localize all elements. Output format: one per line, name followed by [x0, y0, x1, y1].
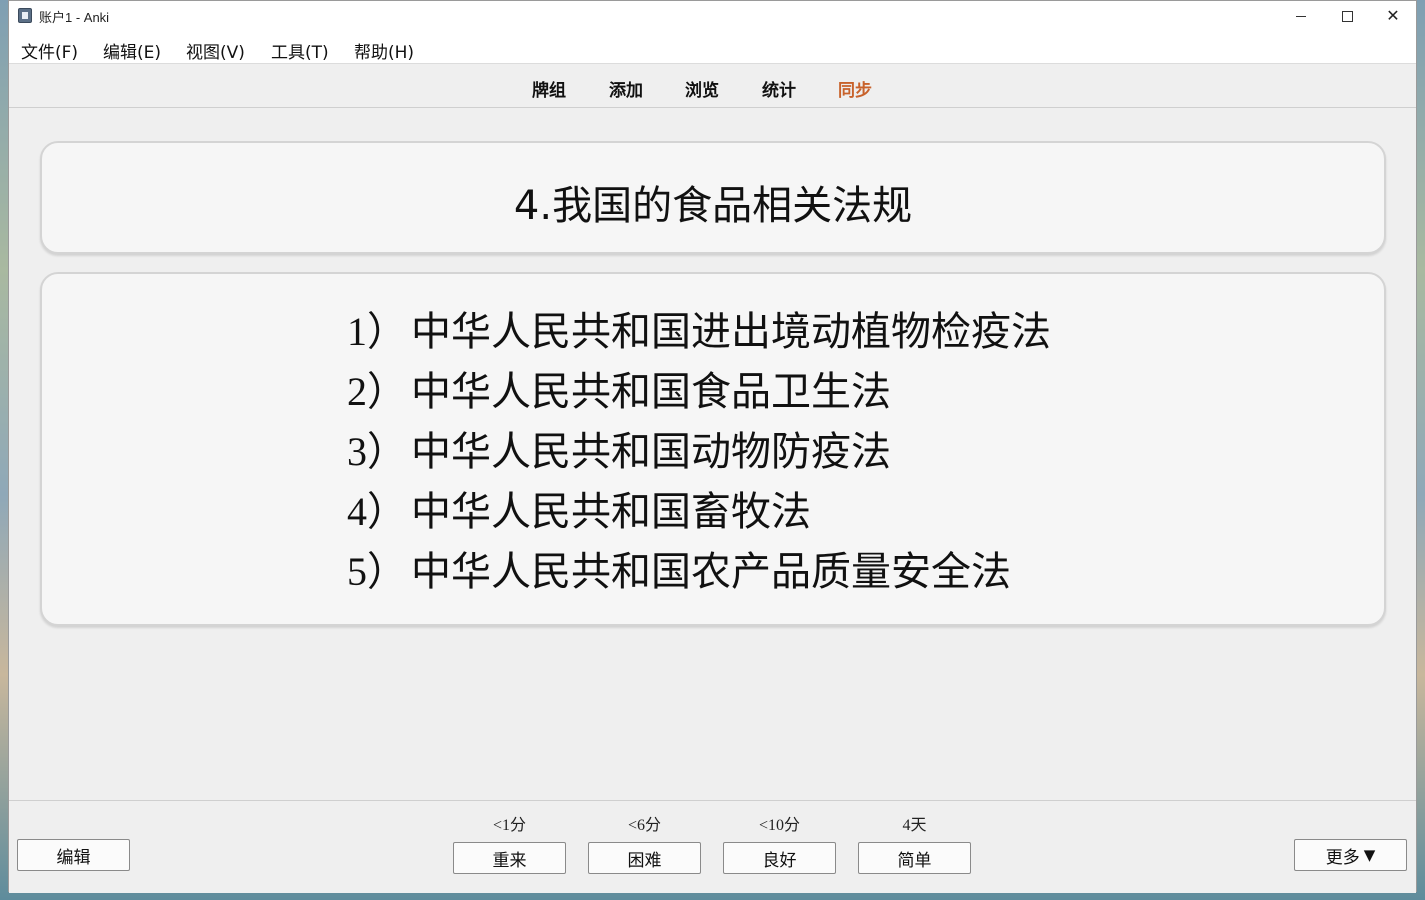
card-front: 4.我国的食品相关法规 — [40, 141, 1386, 254]
window-title: 账户1 - Anki — [39, 10, 110, 25]
toolbar-stats[interactable]: 统计 — [762, 76, 796, 101]
answer-item-number: 1） — [347, 309, 407, 354]
toolbar-add[interactable]: 添加 — [609, 76, 643, 101]
answer-item-text: 中华人民共和国农产品质量安全法 — [411, 549, 1011, 595]
toolbar-sync[interactable]: 同步 — [838, 76, 872, 101]
menu-tools[interactable]: 工具(T) — [271, 38, 329, 63]
close-button[interactable]: ✕ — [1370, 1, 1416, 31]
edit-button[interactable]: 编辑 — [17, 839, 130, 871]
answer-item: 5） 中华人民共和国农产品质量安全法 — [347, 542, 1051, 602]
answer-item-number: 5） — [347, 549, 407, 594]
answer-item-text: 中华人民共和国动物防疫法 — [411, 429, 891, 475]
answer-item: 1） 中华人民共和国进出境动植物检疫法 — [347, 302, 1051, 362]
good-due-label: <10分 — [758, 817, 801, 834]
close-icon: ✕ — [1386, 6, 1400, 25]
answer-item-number: 4） — [347, 489, 407, 534]
main-toolbar: 牌组 添加 浏览 统计 同步 — [9, 64, 1416, 108]
answer-item-number: 2） — [347, 369, 407, 414]
menu-edit[interactable]: 编辑(E) — [103, 38, 161, 63]
menu-view[interactable]: 视图(V) — [186, 38, 245, 63]
menu-help[interactable]: 帮助(H) — [354, 38, 414, 63]
chevron-down-icon: ▼ — [1363, 846, 1376, 864]
easy-button[interactable]: 简单 — [858, 842, 971, 874]
answer-item: 4） 中华人民共和国畜牧法 — [347, 482, 1051, 542]
answer-item-number: 3） — [347, 429, 407, 474]
maximize-icon — [1341, 10, 1353, 22]
maximize-button[interactable] — [1324, 1, 1370, 31]
menu-file[interactable]: 文件(F) — [21, 38, 78, 63]
toolbar-browse[interactable]: 浏览 — [685, 76, 719, 101]
more-button[interactable]: 更多 ▼ — [1294, 839, 1407, 871]
hard-button[interactable]: 困难 — [588, 842, 701, 874]
minimize-icon — [1296, 15, 1306, 17]
again-due-label: <1分 — [492, 817, 527, 834]
again-button[interactable]: 重来 — [453, 842, 566, 874]
answer-item: 3） 中华人民共和国动物防疫法 — [347, 422, 1051, 482]
menu-bar: 文件(F) 编辑(E) 视图(V) 工具(T) 帮助(H) — [9, 31, 1416, 64]
hard-due-label: <6分 — [627, 817, 662, 834]
title-bar: 账户1 - Anki ✕ — [9, 1, 1416, 31]
card-back: 1） 中华人民共和国进出境动植物检疫法 2） 中华人民共和国食品卫生法 3） 中华人民… — [40, 272, 1386, 626]
more-button-label: 更多 — [1325, 847, 1360, 868]
card-question: 4.我国的食品相关法规 — [513, 183, 913, 229]
anki-app-icon — [18, 8, 32, 23]
review-bottom-bar: 编辑 <1分 重来 <6分 困难 <10分 良好 4天 简单 更多 ▼ — [9, 800, 1416, 893]
answer-item: 2） 中华人民共和国食品卫生法 — [347, 362, 1051, 422]
anki-window: 账户1 - Anki ✕ 文件(F) 编辑(E) 视图(V) 工具(T) 帮助(… — [8, 0, 1417, 893]
minimize-button[interactable] — [1278, 1, 1324, 31]
good-button[interactable]: 良好 — [723, 842, 836, 874]
answer-item-text: 中华人民共和国进出境动植物检疫法 — [411, 309, 1051, 355]
card-answer-list: 1） 中华人民共和国进出境动植物检疫法 2） 中华人民共和国食品卫生法 3） 中华人民… — [347, 302, 1051, 602]
answer-item-text: 中华人民共和国食品卫生法 — [411, 369, 891, 415]
easy-due-label: 4天 — [902, 817, 927, 834]
answer-item-text: 中华人民共和国畜牧法 — [411, 489, 811, 535]
toolbar-decks[interactable]: 牌组 — [532, 76, 566, 101]
